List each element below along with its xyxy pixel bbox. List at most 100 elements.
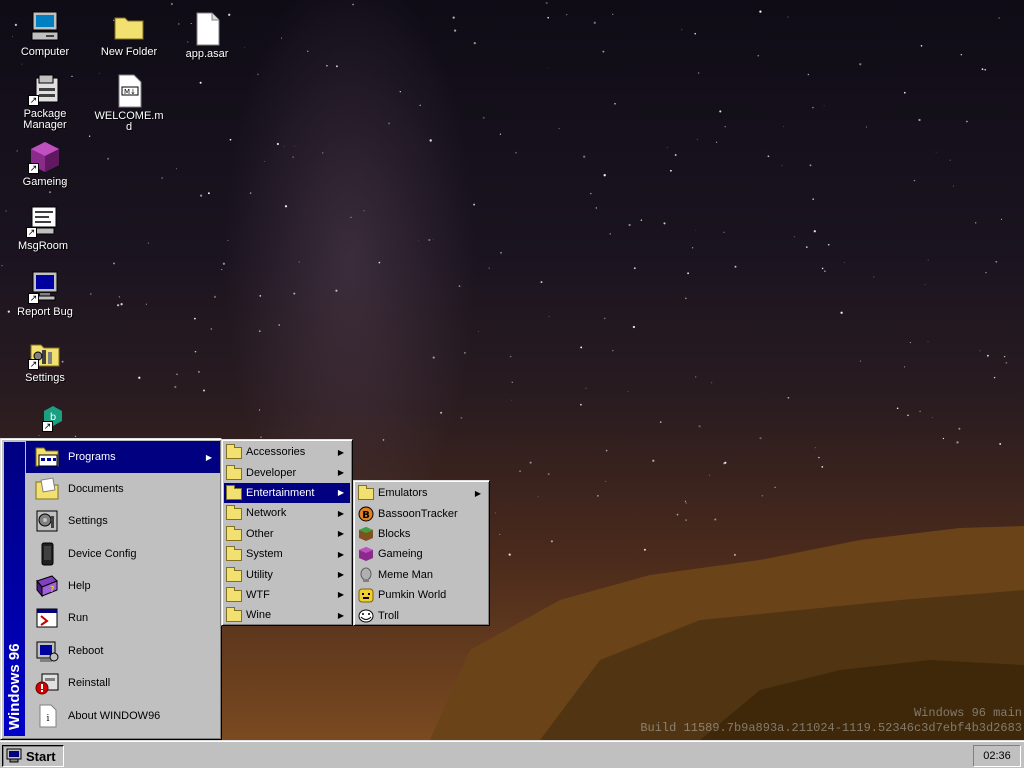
programs-item-label: Utility [246, 568, 273, 581]
entertainment-item-pumkin-world[interactable]: Pumkin World [356, 585, 487, 605]
start-item-label: Settings [68, 515, 108, 527]
start-item-reinstall[interactable]: Reinstall [26, 667, 220, 699]
start-item-settings[interactable]: Settings [26, 505, 220, 537]
programs-item-label: WTF [246, 588, 270, 601]
submenu-arrow-icon: ▶ [337, 468, 344, 478]
documents-folder-icon [34, 476, 60, 502]
pumpkin-icon [358, 587, 374, 603]
entertainment-item-meme-man[interactable]: Meme Man [356, 565, 487, 585]
monitor-icon: ↗ [28, 270, 62, 304]
desktop-icon-gameing[interactable]: ↗ Gameing [10, 140, 80, 188]
submenu-arrow-icon: ▶ [337, 447, 344, 457]
meme-man-icon [358, 567, 374, 583]
run-icon [34, 605, 60, 631]
entertainment-item-gameing[interactable]: Gameing [356, 544, 487, 564]
programs-item-label: Network [246, 507, 287, 520]
start-item-run[interactable]: Run [26, 602, 220, 634]
desktop-icon-package-manager[interactable]: ↗ Package Manager [10, 72, 80, 131]
app-b-icon: b ↗ [30, 402, 64, 436]
desktop-icon-label: app.asar [185, 48, 229, 60]
desktop-icon-computer[interactable]: Computer [10, 10, 80, 58]
programs-item-network[interactable]: Network ▶ [224, 503, 350, 523]
settings-icon [34, 508, 60, 534]
submenu-arrow-icon: ▶ [205, 452, 212, 462]
troll-face-icon [358, 608, 374, 624]
start-button[interactable]: Start [2, 745, 64, 767]
file-icon [190, 12, 224, 46]
desktop-icon-label: Gameing [22, 176, 68, 188]
shortcut-arrow-icon: ↗ [26, 227, 37, 238]
start-item-help[interactable]: ? Help [26, 570, 220, 602]
submenu-arrow-icon: ▶ [337, 570, 344, 580]
desktop-icon-app-asar[interactable]: app.asar [172, 12, 242, 60]
desktop-icon-label: WELCOME.md [94, 110, 164, 133]
start-item-reboot[interactable]: Reboot [26, 635, 220, 667]
desktop-icon-label: MsgRoom [17, 240, 69, 252]
bassoon-icon: B [358, 506, 374, 522]
entertainment-item-label: Blocks [378, 527, 411, 540]
svg-text:?: ? [50, 585, 54, 594]
settings-folder-icon: ↗ [28, 336, 62, 370]
desktop-icon-new-folder[interactable]: New Folder [94, 10, 164, 58]
start-item-about[interactable]: i About WINDOW96 [26, 700, 220, 732]
entertainment-item-blocks[interactable]: Blocks [356, 524, 487, 544]
clock[interactable]: 02:36 [983, 750, 1011, 762]
submenu-arrow-icon: ▶ [337, 488, 344, 498]
programs-item-label: System [246, 548, 283, 561]
desktop-icon-report-bug[interactable]: ↗ Report Bug [10, 270, 80, 318]
folder-icon [226, 484, 242, 501]
folder-icon [226, 586, 242, 603]
watermark-line-1: Windows 96 main [913, 706, 1022, 720]
desktop-icon-settings[interactable]: ↗ Settings [10, 336, 80, 384]
start-item-label: About WINDOW96 [68, 710, 161, 722]
package-icon: ↗ [28, 72, 62, 106]
folder-icon [226, 505, 242, 521]
shortcut-arrow-icon: ↗ [28, 359, 39, 370]
desktop-icon-label: New Folder [100, 46, 158, 58]
desktop-icon-label: Report Bug [17, 306, 73, 318]
desktop-icon-unlabeled[interactable]: b ↗ [12, 402, 82, 439]
entertainment-item-bassoontracker[interactable]: B BassoonTracker [356, 503, 487, 523]
system-tray: 02:36 [973, 745, 1021, 767]
entertainment-item-troll[interactable]: Troll [356, 605, 487, 625]
folder-icon [358, 485, 374, 501]
markdown-file-icon: M↓ [112, 74, 146, 108]
desktop-icon-msgroom[interactable]: ↗ MsgRoom [8, 204, 78, 252]
start-item-programs[interactable]: Programs ▶ [26, 441, 220, 473]
start-item-label: Device Config [68, 548, 137, 560]
programs-submenu: Accessories ▶ Developer ▶ Entertainment ▶ N… [221, 439, 353, 626]
programs-item-other[interactable]: Other ▶ [224, 524, 350, 544]
folder-icon [226, 566, 242, 583]
programs-item-label: Entertainment [246, 486, 315, 499]
programs-item-entertainment[interactable]: Entertainment ▶ [224, 482, 350, 504]
about-icon: i [34, 703, 60, 729]
device-icon [34, 541, 60, 567]
start-item-label: Reinstall [68, 677, 111, 689]
desktop-icon-welcome-md[interactable]: M↓ WELCOME.md [94, 74, 164, 133]
brand-text: Windows 96 [6, 643, 23, 730]
reboot-icon [34, 638, 60, 664]
game-cube-icon: ↗ [28, 140, 62, 174]
programs-item-accessories[interactable]: Accessories ▶ [224, 442, 350, 462]
programs-item-wtf[interactable]: WTF ▶ [224, 585, 350, 605]
build-watermark: Windows 96 main Build 11589.7b9a893a.211… [640, 706, 1022, 736]
watermark-line-2: Build 11589.7b9a893a.211024-1119.52346c3… [640, 721, 1022, 735]
programs-item-system[interactable]: System ▶ [224, 544, 350, 564]
entertainment-item-label: Troll [378, 609, 399, 622]
start-label: Start [26, 748, 56, 764]
chat-icon: ↗ [26, 204, 60, 238]
submenu-arrow-icon: ▶ [337, 508, 344, 518]
programs-item-utility[interactable]: Utility ▶ [224, 564, 350, 584]
entertainment-item-emulators[interactable]: Emulators ▶ [356, 483, 487, 503]
folder-icon [226, 464, 242, 481]
programs-item-label: Developer [246, 466, 297, 479]
programs-item-wine[interactable]: Wine ▶ [224, 605, 350, 625]
help-book-icon: ? [34, 573, 60, 599]
shortcut-arrow-icon: ↗ [28, 293, 39, 304]
start-item-device-config[interactable]: Device Config [26, 538, 220, 570]
programs-icon [34, 444, 60, 470]
start-item-documents[interactable]: Documents [26, 473, 220, 505]
programs-item-developer[interactable]: Developer ▶ [224, 462, 350, 482]
start-menu: Windows 96 Programs ▶ Documents Settings… [0, 438, 222, 740]
desktop-icon-label: Package Manager [23, 108, 67, 131]
